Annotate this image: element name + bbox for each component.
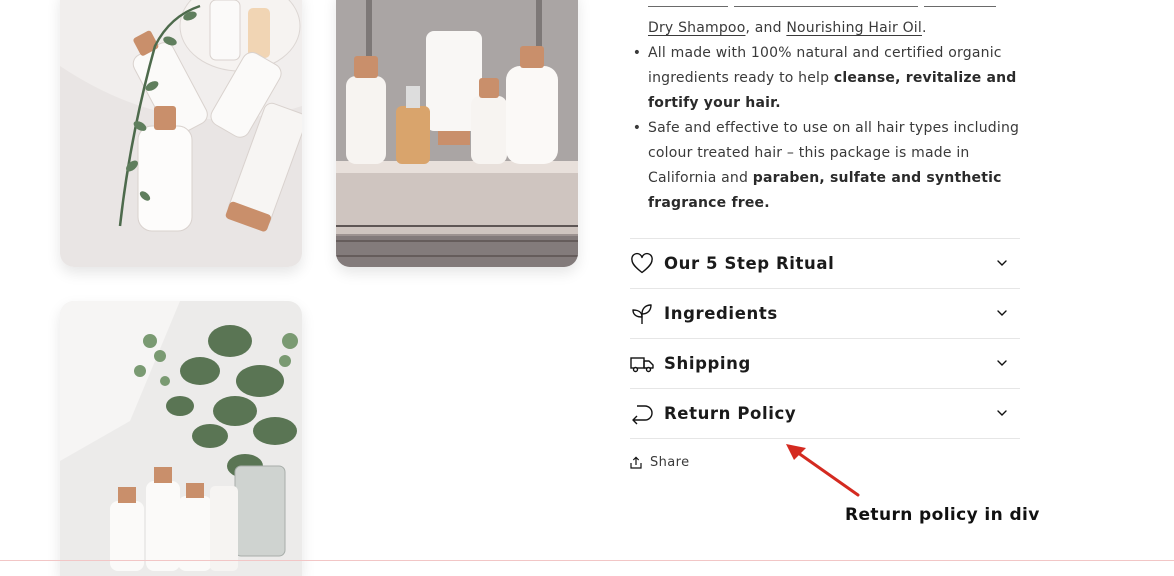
share-button[interactable]: Share (630, 452, 690, 472)
chevron-down-icon (997, 410, 1007, 416)
cutoff-link-underline (734, 6, 918, 7)
bullet1-line2-bold: cleanse, revitalize and (833, 70, 1017, 86)
product-photo-3[interactable] (60, 301, 302, 576)
product-photo-1[interactable] (60, 0, 302, 267)
product-list-line: Dry Shampoo, and Nourishing Hair Oil. (648, 16, 927, 41)
annotation-label: Return policy in div (845, 505, 1040, 525)
bullet2-line3-bold: paraben, sulfate and synthetic (752, 170, 1002, 186)
accordion-our-5-step-ritual[interactable]: Our 5 Step Ritual (630, 238, 1020, 288)
share-label: Share (650, 454, 690, 470)
accordion-label: Return Policy (664, 404, 797, 423)
page-bottom-divider (0, 560, 1174, 561)
accordion-label: Ingredients (664, 304, 778, 323)
chevron-down-icon (997, 260, 1007, 266)
product-accordion: Our 5 Step Ritual Ingredients Shipping R… (630, 238, 1020, 439)
bullet1-line3: fortify your hair. (648, 95, 781, 111)
separator-text: , and (745, 20, 787, 36)
chevron-down-icon (997, 310, 1007, 316)
dry-shampoo-link[interactable]: Dry Shampoo (648, 20, 745, 36)
bullet2-line1: Safe and effective to use on all hair ty… (648, 120, 1020, 136)
return-arrow-icon (632, 405, 653, 425)
accordion-label: Shipping (664, 354, 751, 373)
cutoff-link-underline (924, 6, 996, 7)
heart-icon (631, 252, 653, 274)
cutoff-link-underline (648, 6, 728, 7)
period-text: . (921, 20, 927, 36)
bullet1-line1: All made with 100% natural and certified… (648, 45, 1002, 61)
bullet-point: • (632, 120, 642, 136)
bullet-point: • (632, 45, 642, 61)
bullet1-line2: ingredients ready to help cleanse, revit… (648, 66, 1017, 91)
chevron-down-icon (997, 360, 1007, 366)
bullet2-line3-text: California and (648, 170, 753, 186)
leaf-icon (632, 304, 652, 324)
bullet2-line4: fragrance free. (648, 195, 770, 211)
bullet2-line2: colour treated hair – this package is ma… (648, 145, 970, 161)
accordion-shipping[interactable]: Shipping (630, 338, 1020, 388)
bullet1-line2-text: ingredients ready to help (648, 70, 834, 86)
share-icon (630, 455, 642, 469)
accordion-return-policy[interactable]: Return Policy (630, 388, 1020, 439)
annotation-arrow-icon (786, 444, 860, 497)
accordion-label: Our 5 Step Ritual (664, 254, 835, 273)
hair-oil-link[interactable]: Nourishing Hair Oil (786, 20, 922, 36)
truck-icon (630, 357, 654, 373)
accordion-ingredients[interactable]: Ingredients (630, 288, 1020, 338)
product-photo-2[interactable] (336, 0, 578, 267)
bullet2-line3: California and paraben, sulfate and synt… (648, 166, 1002, 191)
